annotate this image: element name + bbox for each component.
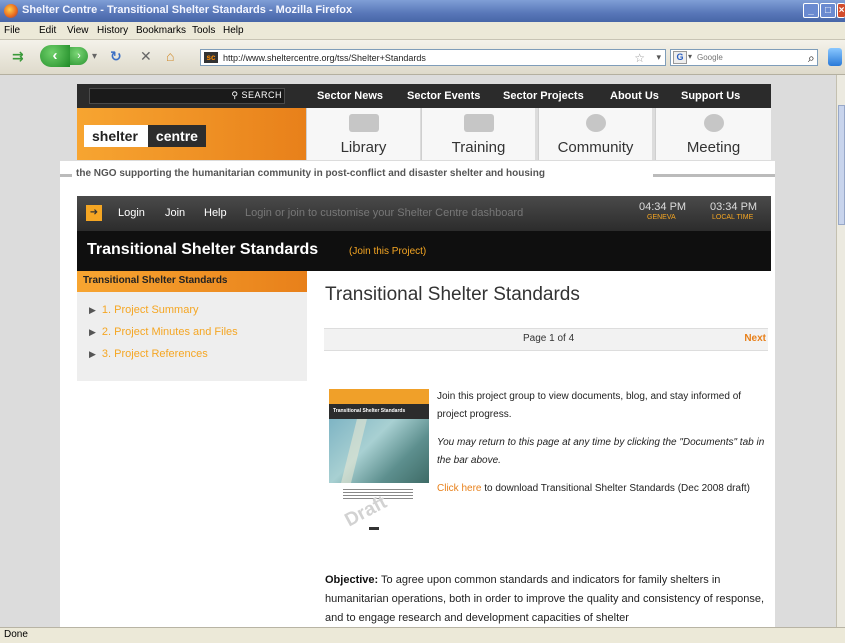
join-project-link[interactable]: (Join this Project): [349, 246, 426, 257]
menu-bar: File Edit View History Bookmarks Tools H…: [0, 22, 845, 40]
history-dropdown-icon[interactable]: ▾: [92, 51, 97, 62]
triangle-right-icon: ▶: [89, 305, 96, 315]
status-text: Done: [4, 629, 28, 640]
sidebar-item-minutes-files[interactable]: ▶ 2. Project Minutes and Files: [89, 326, 238, 338]
presentation-board-icon: [463, 114, 494, 132]
address-bar[interactable]: sc ☆ ▾: [200, 49, 666, 66]
search-bar[interactable]: G ▾: [670, 49, 818, 66]
menu-help[interactable]: Help: [223, 25, 244, 36]
menu-bookmarks[interactable]: Bookmarks: [136, 25, 186, 36]
navigation-toolbar: ⇉ ‹ › ▾ ↻ ✕ ⌂ sc ☆ ▾ G ▾ ⌕: [0, 40, 845, 75]
tagline-divider: [60, 174, 72, 177]
intro-paragraph-return: You may return to this page at any time …: [437, 437, 765, 466]
url-input[interactable]: [223, 51, 603, 64]
nav-about-us[interactable]: About Us: [610, 90, 659, 102]
login-link[interactable]: Login: [118, 207, 145, 219]
site-tagline: the NGO supporting the humanitarian comm…: [60, 168, 775, 182]
status-bar: Done: [0, 627, 845, 643]
reload-icon[interactable]: ↻: [110, 48, 122, 65]
cover-photo: [329, 419, 429, 483]
tab-meeting[interactable]: Meeting: [655, 108, 771, 160]
sidebar-heading: Transitional Shelter Standards: [77, 271, 307, 292]
help-link[interactable]: Help: [204, 207, 227, 219]
search-icon: ⚲: [231, 90, 242, 100]
site-top-strip: ⚲ SEARCH Sector News Sector Events Secto…: [77, 84, 771, 108]
engine-dropdown-icon[interactable]: ▾: [688, 52, 692, 61]
menu-edit[interactable]: Edit: [39, 25, 56, 36]
intro-paragraph-download: Click here to download Transitional Shel…: [437, 483, 750, 494]
objective-paragraph: Objective: To agree upon common standard…: [325, 574, 765, 624]
pagination-bar: Page 1 of 4 Next: [324, 328, 768, 351]
next-page-link[interactable]: Next: [744, 333, 766, 344]
site-search-box[interactable]: ⚲ SEARCH: [89, 88, 285, 104]
geneva-clock: 04:34 PM GENEVA: [639, 201, 687, 221]
extension-icon[interactable]: [828, 48, 842, 66]
page-title: Transitional Shelter Standards: [325, 284, 580, 305]
project-title: Transitional Shelter Standards: [87, 241, 319, 258]
triangle-right-icon: ▶: [89, 349, 96, 359]
download-link[interactable]: Click here: [437, 483, 481, 494]
site-search-button[interactable]: ⚲ SEARCH: [231, 90, 282, 101]
user-bar: ➜ Login Join Help Login or join to custo…: [77, 196, 771, 231]
tagline-divider: [653, 174, 775, 177]
search-icon[interactable]: ⌕: [808, 51, 815, 66]
tab-library[interactable]: Library: [306, 108, 420, 160]
nav-support-us[interactable]: Support Us: [681, 90, 740, 102]
nav-sector-events[interactable]: Sector Events: [407, 90, 480, 102]
firefox-icon: [4, 4, 18, 18]
document-cover-image[interactable]: Transitional Shelter Standards Draft: [329, 389, 429, 535]
menu-history[interactable]: History: [97, 25, 128, 36]
window-title: Shelter Centre - Transitional Shelter St…: [22, 4, 353, 16]
vertical-scrollbar[interactable]: [836, 75, 845, 627]
join-link[interactable]: Join: [165, 207, 185, 219]
minimize-icon[interactable]: _: [803, 3, 819, 18]
site-favicon-icon: sc: [204, 52, 218, 63]
sidebar-item-project-summary[interactable]: ▶ 1. Project Summary: [89, 304, 199, 316]
sidebar-item-references[interactable]: ▶ 3. Project References: [89, 348, 208, 360]
maximize-icon[interactable]: □: [820, 3, 836, 18]
page-indicator: Page 1 of 4: [523, 333, 575, 344]
project-header: Transitional Shelter Standards (Join thi…: [77, 231, 771, 271]
forward-button[interactable]: ›: [70, 47, 88, 65]
url-dropdown-icon[interactable]: ▾: [656, 52, 661, 63]
scrollbar-thumb[interactable]: [838, 105, 845, 225]
intro-paragraph-join: Join this project group to view document…: [437, 391, 742, 420]
tab-training[interactable]: Training: [421, 108, 535, 160]
menu-view[interactable]: View: [67, 25, 89, 36]
tab-community[interactable]: Community: [538, 108, 652, 160]
back-button[interactable]: ‹: [40, 45, 70, 67]
people-icon: [585, 114, 606, 132]
dashboard-message: Login or join to customise your Shelter …: [245, 207, 524, 219]
book-icon: [348, 114, 379, 132]
search-input[interactable]: [697, 51, 807, 64]
nav-sector-news[interactable]: Sector News: [317, 90, 383, 102]
close-icon[interactable]: ×: [837, 3, 845, 18]
cover-title: Transitional Shelter Standards: [329, 404, 429, 419]
bookmark-star-icon[interactable]: ☆: [634, 51, 645, 65]
home-icon[interactable]: ⌂: [166, 48, 174, 64]
triangle-right-icon: ▶: [89, 327, 96, 337]
google-engine-icon[interactable]: G: [673, 51, 687, 64]
shelter-centre-logo[interactable]: shelter centre: [84, 125, 206, 147]
globe-icon: [703, 114, 724, 132]
nav-sector-projects[interactable]: Sector Projects: [503, 90, 584, 102]
logo-area: shelter centre: [77, 108, 306, 160]
window-title-bar: Shelter Centre - Transitional Shelter St…: [0, 0, 845, 22]
stop-icon[interactable]: ✕: [140, 48, 152, 65]
site-search-input[interactable]: [92, 90, 212, 102]
new-tab-icon[interactable]: ⇉: [12, 48, 24, 65]
project-sidebar: Transitional Shelter Standards ▶ 1. Proje…: [77, 271, 307, 381]
web-content: ⚲ SEARCH Sector News Sector Events Secto…: [0, 75, 836, 627]
arrow-right-icon[interactable]: ➜: [86, 205, 102, 221]
menu-file[interactable]: File: [4, 25, 20, 36]
local-clock: 03:34 PM LOCAL TIME: [710, 201, 758, 221]
menu-tools[interactable]: Tools: [192, 25, 215, 36]
